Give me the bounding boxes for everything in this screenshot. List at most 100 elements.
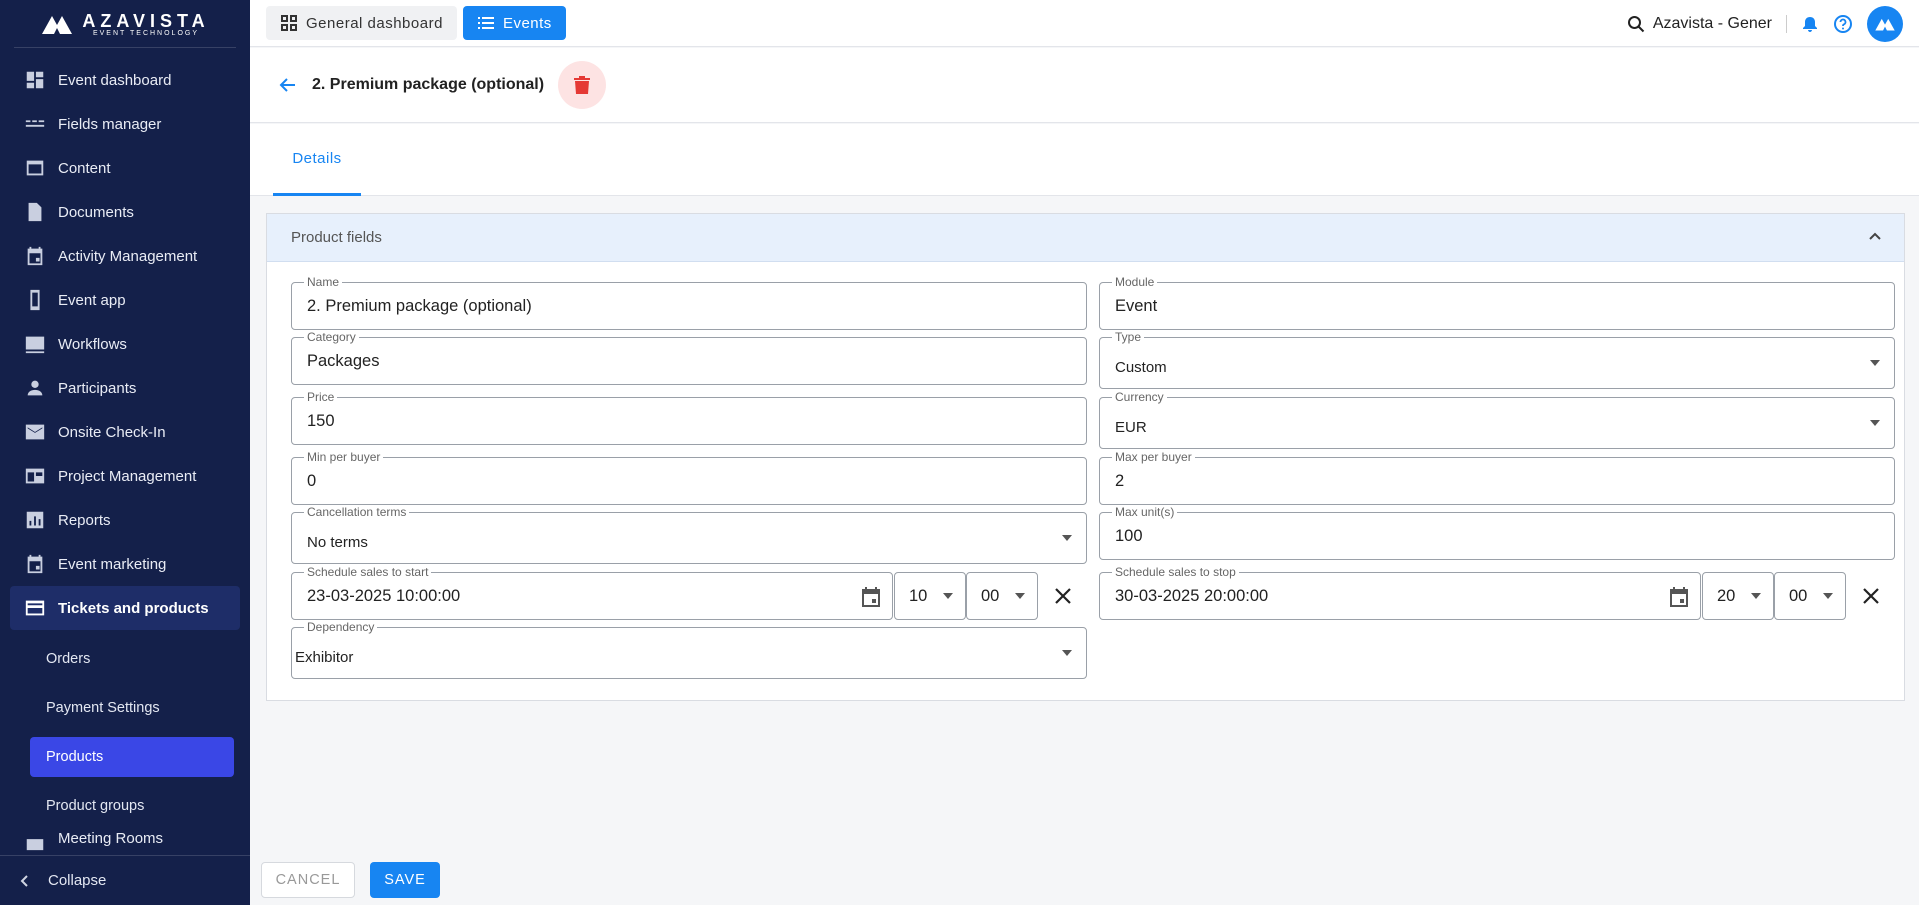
sales-start-hour-select[interactable]: 10 (894, 572, 966, 620)
sidebar-item-content[interactable]: Content (10, 146, 240, 190)
save-button[interactable]: SAVE (370, 862, 440, 898)
collapse-label: Collapse (48, 872, 107, 889)
sidebar-item-documents[interactable]: Documents (10, 190, 240, 234)
avatar[interactable] (1867, 5, 1903, 42)
caret-down-icon (943, 593, 953, 599)
sidebar: AZAVISTA EVENT TECHNOLOGY Event dashboar… (0, 0, 250, 905)
sidebar-subitem-label: Product groups (46, 798, 145, 814)
page-header: 2. Premium package (optional) (250, 48, 1919, 123)
sidebar-item-label: Content (58, 159, 111, 177)
sidebar-item-label: Activity Management (58, 247, 198, 265)
currency-select[interactable]: Currency EUR (1099, 390, 1895, 449)
brand-logo[interactable]: AZAVISTA EVENT TECHNOLOGY (14, 0, 236, 48)
top-right-tools: Azavista - Gener (1627, 0, 1903, 47)
sidebar-item-project-management[interactable]: Project Management (10, 454, 240, 498)
sidebar-item-label: Onsite Check-In (58, 423, 166, 441)
category-field[interactable]: Category Packages (291, 330, 1087, 385)
max-per-buyer-field[interactable]: Max per buyer 2 (1099, 450, 1895, 505)
sidebar-item-label: Workflows (58, 335, 127, 353)
sidebar-item-label: Documents (58, 203, 134, 221)
sales-stop-date-field[interactable]: Schedule sales to stop 30-03-2025 20:00:… (1099, 565, 1701, 620)
sidebar-item-label: Meeting Rooms (58, 830, 164, 847)
card-icon (25, 600, 45, 616)
sales-start-date-field[interactable]: Schedule sales to start 23-03-2025 10:00… (291, 565, 893, 620)
sidebar-item-reports[interactable]: Reports (10, 498, 240, 542)
workflow-icon (25, 336, 45, 354)
chevron-up-icon[interactable] (1866, 228, 1884, 246)
caret-down-icon (1751, 593, 1761, 599)
sidebar-item-event-marketing[interactable]: Event marketing (10, 542, 240, 586)
sidebar-collapse-button[interactable]: Collapse (0, 855, 250, 905)
sidebar-item-tickets-and-products[interactable]: Tickets and products (10, 586, 240, 630)
field-value: 00 (1789, 586, 1808, 605)
sales-start-minute-select[interactable]: 00 (966, 572, 1038, 620)
delete-button[interactable] (558, 61, 607, 109)
dependency-select[interactable]: Dependency Exhibitor (291, 620, 1087, 679)
min-per-buyer-field[interactable]: Min per buyer 0 (291, 450, 1087, 505)
field-value: 00 (981, 586, 1000, 605)
price-field[interactable]: Price 150 (291, 390, 1087, 445)
clear-start-icon[interactable] (1052, 585, 1074, 607)
person-icon (27, 380, 43, 396)
sidebar-item-activity-management[interactable]: Activity Management (10, 234, 240, 278)
sidebar-item-meeting-rooms[interactable]: Meeting Rooms (10, 830, 240, 852)
section-header[interactable]: Product fields (267, 214, 1904, 262)
mail-icon (25, 424, 45, 440)
bell-icon[interactable] (1801, 15, 1819, 33)
sales-stop-minute-select[interactable]: 00 (1774, 572, 1846, 620)
sidebar-item-fields-manager[interactable]: Fields manager (10, 102, 240, 146)
caret-down-icon (1870, 420, 1880, 426)
sidebar-subitem-payment-settings[interactable]: Payment Settings (30, 688, 234, 728)
field-value: Custom (1115, 358, 1167, 376)
sidebar-item-label: Fields manager (58, 115, 162, 133)
fields-icon (25, 120, 45, 127)
calendar-icon[interactable] (1668, 586, 1690, 608)
meeting-room-icon (26, 839, 44, 851)
cancel-button[interactable]: CANCEL (261, 862, 355, 898)
calendar-icon (27, 246, 43, 266)
content-icon (26, 160, 44, 176)
calendar-icon[interactable] (860, 586, 882, 608)
clear-stop-icon[interactable] (1860, 585, 1882, 607)
sidebar-item-label: Reports (58, 511, 111, 529)
sidebar-subitem-product-groups[interactable]: Product groups (30, 786, 234, 826)
grid-icon (281, 15, 297, 31)
cancellation-terms-select[interactable]: Cancellation terms No terms (291, 505, 1087, 564)
field-value: 150 (307, 411, 335, 430)
sidebar-item-label: Tickets and products (58, 599, 209, 617)
field-value: 20 (1717, 586, 1736, 605)
tab-details[interactable]: Details (273, 124, 361, 196)
sidebar-item-onsite-check-in[interactable]: Onsite Check-In (10, 410, 240, 454)
field-value: 23-03-2025 10:00:00 (307, 586, 461, 605)
sidebar-item-workflows[interactable]: Workflows (10, 322, 240, 366)
field-value: Event (1115, 296, 1158, 315)
sidebar-subitem-orders[interactable]: Orders (30, 639, 234, 679)
sidebar-subitem-products[interactable]: Products (30, 737, 234, 777)
back-arrow-icon[interactable] (278, 75, 298, 95)
field-value: 2 (1115, 471, 1125, 490)
page-title: 2. Premium package (optional) (312, 76, 545, 93)
caret-down-icon (1015, 593, 1025, 599)
module-field[interactable]: Module Event (1099, 275, 1895, 330)
tab-label: General dashboard (306, 14, 443, 32)
phone-icon (30, 289, 40, 311)
sidebar-item-participants[interactable]: Participants (10, 366, 240, 410)
sales-stop-hour-select[interactable]: 20 (1702, 572, 1774, 620)
product-fields-card: Product fields Name 2. Premium package (… (266, 213, 1905, 701)
name-field[interactable]: Name 2. Premium package (optional) (291, 275, 1087, 330)
trash-icon (574, 76, 591, 94)
sidebar-item-label: Event dashboard (58, 71, 172, 89)
tab-general-dashboard[interactable]: General dashboard (266, 6, 457, 40)
sidebar-item-event-dashboard[interactable]: Event dashboard (10, 58, 240, 102)
tab-events[interactable]: Events (462, 6, 566, 40)
max-units-field[interactable]: Max unit(s) 100 (1099, 505, 1895, 560)
sidebar-item-event-app[interactable]: Event app (10, 278, 240, 322)
dashboard-icon (26, 71, 44, 89)
help-icon[interactable] (1833, 14, 1853, 34)
tab-label: Events (502, 14, 552, 32)
divider (1786, 14, 1787, 33)
sidebar-item-label: Project Management (58, 467, 197, 485)
type-select[interactable]: Type Custom (1099, 330, 1895, 389)
project-icon (25, 468, 45, 484)
account-search[interactable]: Azavista - Gener (1627, 15, 1772, 33)
